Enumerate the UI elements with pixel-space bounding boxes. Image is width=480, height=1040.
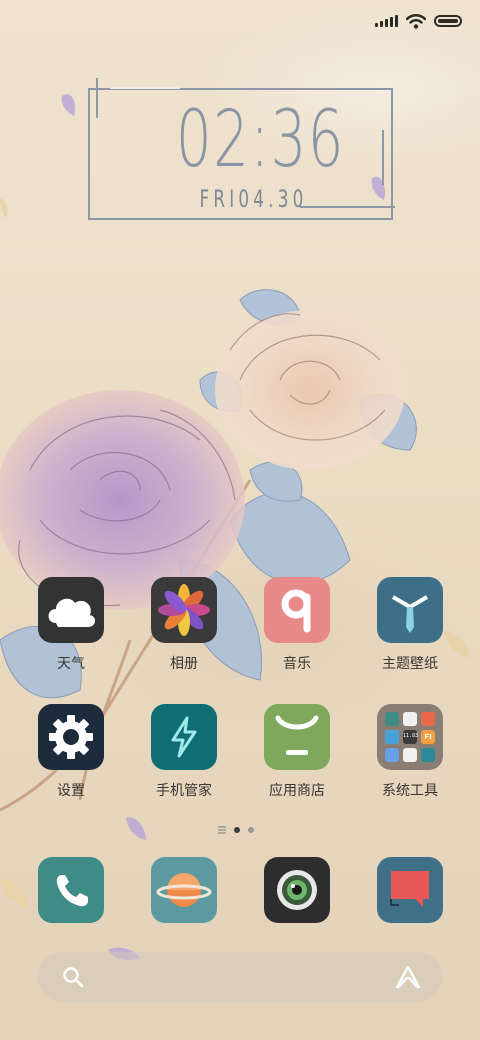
folder-mini-label: FI (424, 733, 432, 741)
system-tools-folder-icon: 11.83 FI (377, 704, 443, 770)
themes-tie-icon (377, 577, 443, 643)
gallery-flower-icon (151, 577, 217, 643)
app-label: 应用商店 (269, 783, 325, 799)
dock-camera[interactable] (247, 857, 347, 923)
phone-icon (38, 857, 104, 923)
security-bolt-icon (151, 704, 217, 770)
app-label: 相册 (170, 656, 198, 672)
dock-phone[interactable] (21, 857, 121, 923)
wifi-icon (406, 14, 426, 29)
status-bar (375, 10, 462, 32)
page-dot[interactable] (248, 827, 254, 833)
clock-frame-accent (96, 78, 98, 118)
app-label: 天气 (57, 656, 85, 672)
app-weather[interactable]: 天气 (21, 577, 121, 673)
browser-planet-icon (151, 857, 217, 923)
clock-frame-gap (110, 87, 180, 89)
app-label: 设置 (57, 783, 85, 799)
app-music[interactable]: 音乐 (247, 577, 347, 673)
app-label: 系统工具 (382, 783, 438, 799)
page-dot-active[interactable] (234, 827, 240, 833)
app-gallery[interactable]: 相册 (134, 577, 234, 673)
page-indicator[interactable] (218, 826, 254, 834)
messages-icon (377, 857, 443, 923)
clock-time: 02:36 (175, 95, 345, 185)
search-icon (63, 967, 84, 988)
camera-icon (264, 857, 330, 923)
settings-gear-icon (38, 704, 104, 770)
clock-frame-accent (300, 206, 395, 208)
app-label: 手机管家 (156, 783, 212, 799)
dock-browser[interactable] (134, 857, 234, 923)
clock-date: FRI04.30 (199, 185, 308, 213)
search-bar[interactable] (38, 952, 442, 1002)
menu-lines-icon (218, 826, 226, 834)
app-label: 主题壁纸 (382, 656, 438, 672)
app-store-bag-icon (264, 704, 330, 770)
app-themes[interactable]: 主题壁纸 (360, 577, 460, 673)
folder-mini-label: 11.83 (403, 733, 419, 739)
app-label: 音乐 (283, 656, 311, 672)
battery-icon (434, 15, 462, 27)
app-system-tools-folder[interactable]: 11.83 FI 系统工具 (360, 704, 460, 800)
signal-icon (375, 15, 398, 27)
clock-frame-accent (382, 130, 384, 185)
weather-cloud-icon (38, 577, 104, 643)
app-settings[interactable]: 设置 (21, 704, 121, 800)
dock-messages[interactable] (360, 857, 460, 923)
app-security[interactable]: 手机管家 (134, 704, 234, 800)
assistant-a-icon[interactable] (394, 964, 422, 990)
app-store[interactable]: 应用商店 (247, 704, 347, 800)
music-q-icon (264, 577, 330, 643)
